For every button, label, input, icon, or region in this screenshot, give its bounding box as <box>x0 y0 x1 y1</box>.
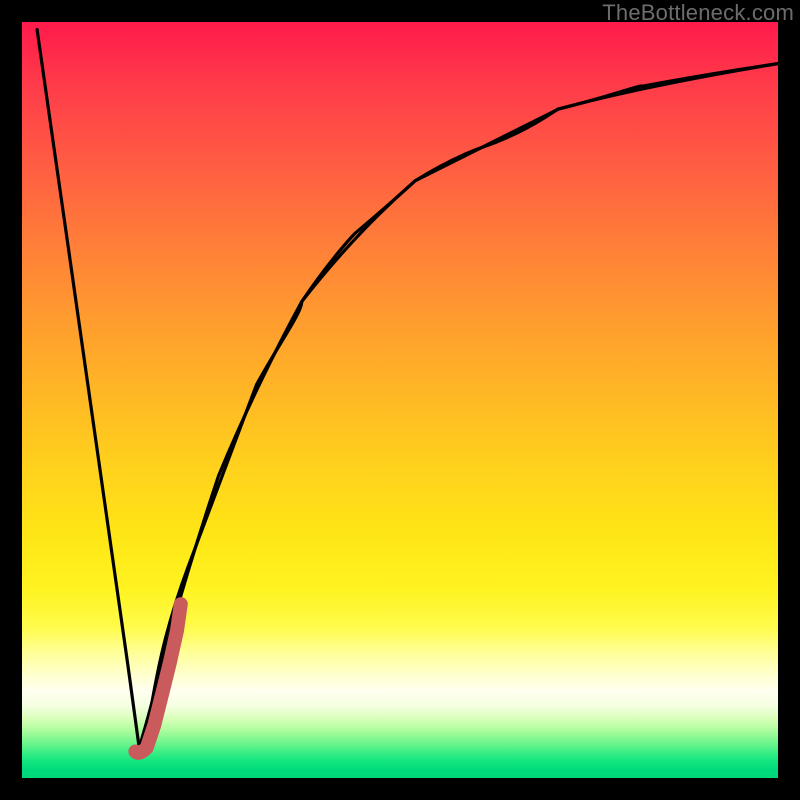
curve-right-ascent-smooth <box>139 64 778 748</box>
plot-area <box>22 22 778 778</box>
chart-frame: TheBottleneck.com <box>0 0 800 800</box>
curve-left-descent <box>37 30 139 748</box>
curve-right-ascent <box>139 64 778 748</box>
curve-layer <box>22 22 778 778</box>
